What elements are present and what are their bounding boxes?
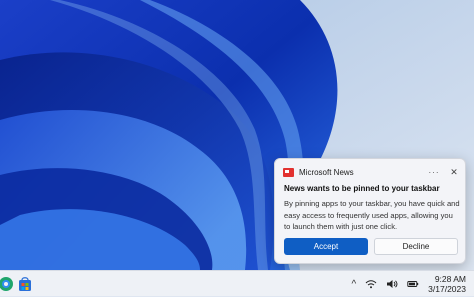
clock-date: 3/17/2023 — [428, 284, 466, 294]
decline-button[interactable]: Decline — [374, 238, 458, 255]
notification-body: By pinning apps to your taskbar, you hav… — [284, 199, 460, 231]
app-name: Microsoft News — [299, 167, 354, 177]
store-icon[interactable] — [17, 276, 33, 292]
volume-icon[interactable] — [386, 278, 398, 290]
toast-header: Microsoft News ··· ✕ — [283, 165, 459, 179]
notification-title: News wants to be pinned to your taskbar — [284, 184, 440, 193]
notification-toast: Microsoft News ··· ✕ News wants to be pi… — [274, 158, 466, 264]
edge-icon[interactable] — [0, 276, 16, 292]
clock-time: 9:28 AM — [434, 274, 466, 284]
taskbar: ^ 9:28 AM 3/17/2023 — [0, 270, 474, 296]
accept-button[interactable]: Accept — [284, 238, 368, 255]
show-hidden-icons-chevron-icon[interactable]: ^ — [351, 279, 356, 290]
wifi-icon[interactable] — [365, 278, 377, 290]
more-options-button[interactable]: ··· — [427, 168, 441, 177]
close-button[interactable]: ✕ — [449, 167, 459, 178]
system-tray: ^ 9:28 AM 3/17/2023 — [351, 271, 466, 297]
news-icon — [283, 167, 294, 177]
clock[interactable]: 9:28 AM 3/17/2023 — [428, 274, 466, 294]
battery-icon[interactable] — [407, 278, 419, 290]
